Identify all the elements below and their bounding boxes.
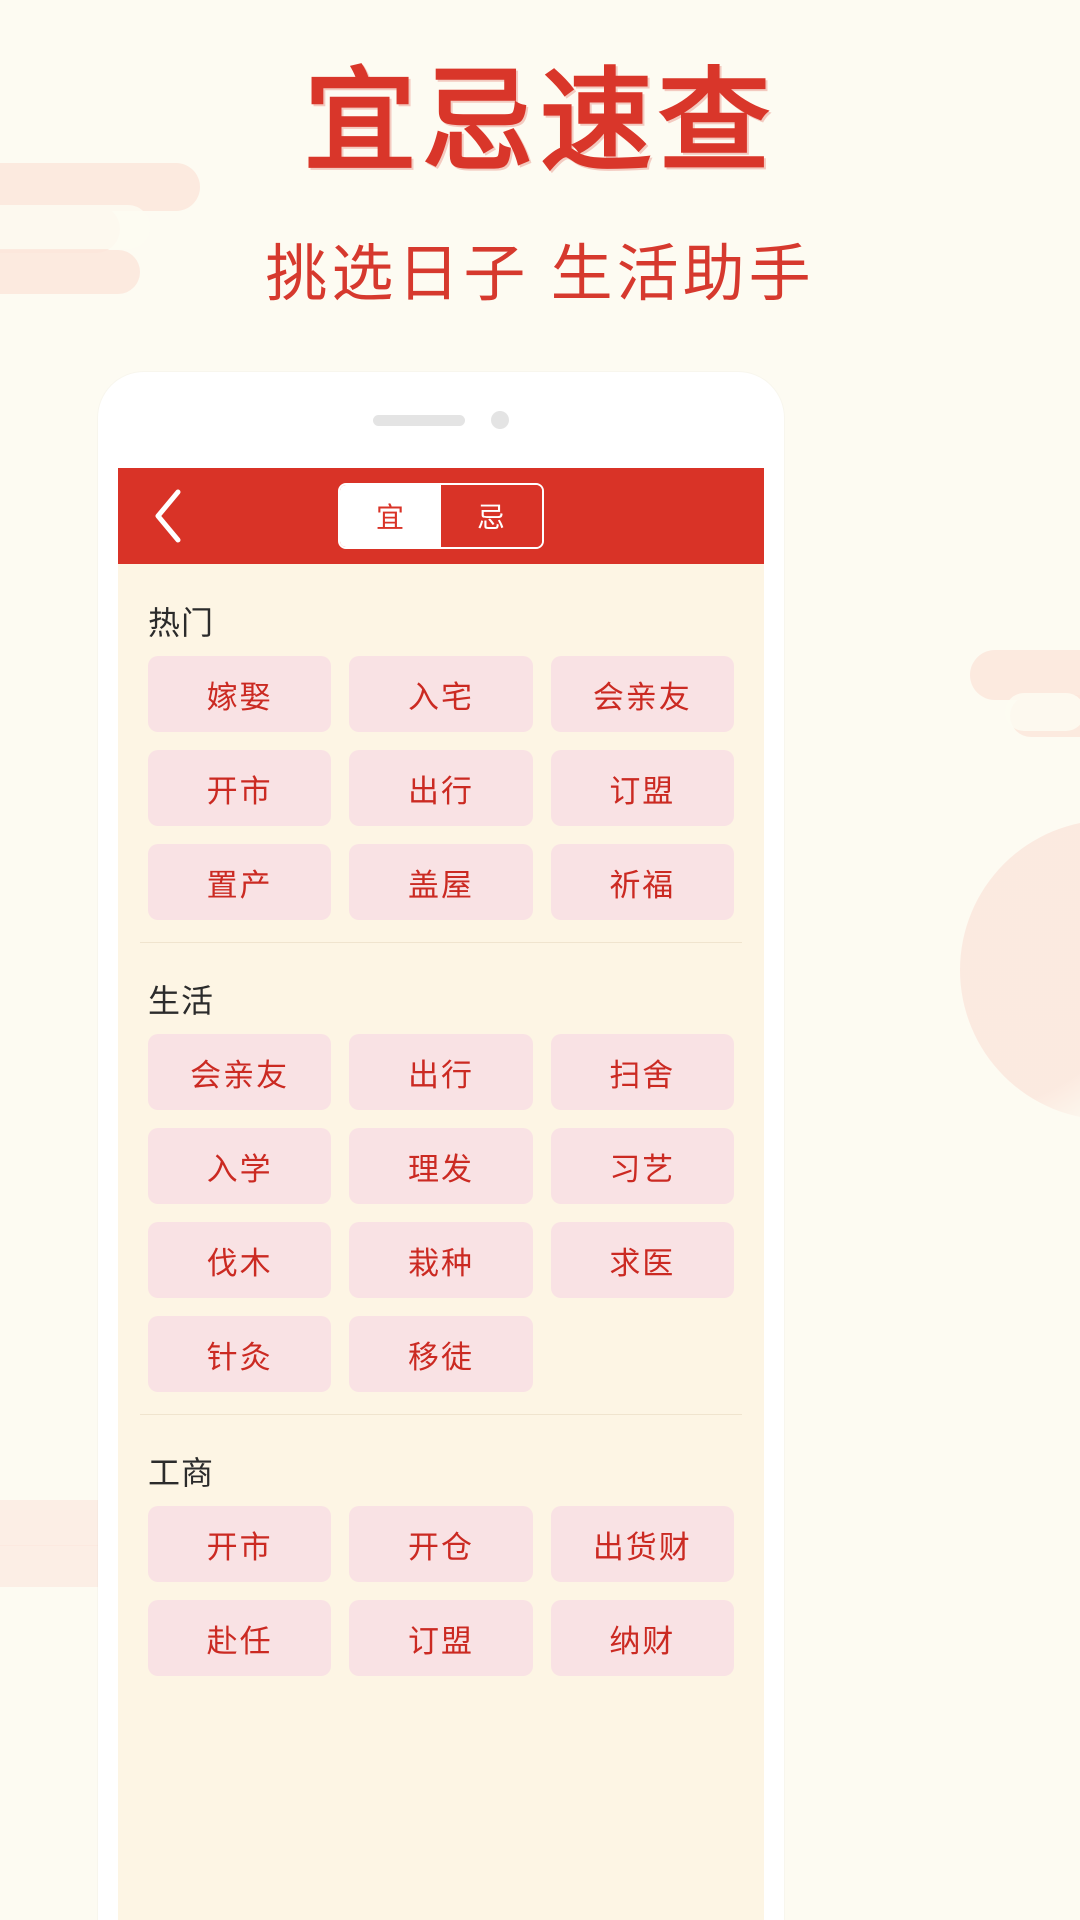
- category-chip[interactable]: 会亲友: [550, 656, 734, 732]
- section-title: 热门: [148, 605, 215, 641]
- category-chip[interactable]: 伐木: [148, 1222, 332, 1298]
- category-chip[interactable]: 订盟: [550, 750, 734, 826]
- category-chip[interactable]: 开市: [148, 750, 332, 826]
- category-chip[interactable]: 订盟: [349, 1600, 533, 1676]
- phone-mockup: 宜 忌 热门 嫁娶 入宅 会亲友 开市 出行 订盟 置产 盖屋 祈福 生活 会亲友 出行 扫舍 入学 理发 习艺…: [98, 372, 784, 1920]
- category-section: 生活会亲友 出行 扫舍入学 理发 习艺伐木 栽种 求医针灸 移徒: [118, 942, 764, 1414]
- category-chip[interactable]: 出货财: [550, 1506, 734, 1582]
- phone-bezel-top: [98, 372, 784, 468]
- category-chip[interactable]: 理发: [349, 1128, 533, 1204]
- front-camera: [491, 411, 509, 429]
- tab-ji[interactable]: 忌: [441, 485, 542, 547]
- page-title: 宜忌速查: [304, 56, 776, 187]
- category-chip[interactable]: 出行: [349, 750, 533, 826]
- category-chip[interactable]: 栽种: [349, 1222, 533, 1298]
- cloud-motif-right-3: [1005, 693, 1080, 731]
- category-chip[interactable]: 出行: [349, 1034, 533, 1110]
- app-header-bar: 宜 忌: [118, 468, 764, 564]
- category-chip[interactable]: 开仓: [349, 1506, 533, 1582]
- category-chip[interactable]: 习艺: [550, 1128, 734, 1204]
- speaker-grille: [373, 414, 465, 426]
- category-chip[interactable]: 入学: [148, 1128, 332, 1204]
- section-title: 生活: [148, 983, 215, 1019]
- category-section: 热门嫁娶 入宅 会亲友开市 出行 订盟置产 盖屋 祈福: [118, 564, 764, 942]
- cloud-motif-right-2: [1010, 695, 1080, 737]
- category-chip[interactable]: 置产: [148, 844, 332, 920]
- category-chip[interactable]: 移徒: [349, 1316, 533, 1392]
- category-section: 工商开市 开仓 出货财赴任 订盟 纳财: [118, 1414, 764, 1698]
- category-chip[interactable]: 嫁娶: [148, 656, 332, 732]
- chevron-left-icon: [151, 488, 185, 544]
- category-chip[interactable]: 祈福: [550, 844, 734, 920]
- chip-grid: 会亲友 出行 扫舍入学 理发 习艺伐木 栽种 求医针灸 移徒: [118, 1034, 764, 1392]
- category-chip[interactable]: 会亲友: [148, 1034, 332, 1110]
- cloud-motif-right-1: [970, 650, 1080, 700]
- category-chip[interactable]: 扫舍: [550, 1034, 734, 1110]
- category-chip[interactable]: 开市: [148, 1506, 332, 1582]
- category-chip[interactable]: 求医: [550, 1222, 734, 1298]
- category-chip[interactable]: 纳财: [550, 1600, 734, 1676]
- cloud-motif-right-4: [960, 820, 1080, 1120]
- category-chip[interactable]: 入宅: [349, 656, 533, 732]
- chip-grid: 开市 开仓 出货财赴任 订盟 纳财: [118, 1506, 764, 1676]
- back-button[interactable]: [140, 488, 196, 544]
- page-subtitle: 挑选日子 生活助手: [265, 240, 815, 309]
- category-chip[interactable]: 针灸: [148, 1316, 332, 1392]
- yi-ji-tab-group[interactable]: 宜 忌: [338, 483, 544, 549]
- category-chip[interactable]: 赴任: [148, 1600, 332, 1676]
- tab-yi[interactable]: 宜: [340, 485, 441, 547]
- chip-grid: 嫁娶 入宅 会亲友开市 出行 订盟置产 盖屋 祈福: [118, 656, 764, 920]
- app-screen: 宜 忌 热门 嫁娶 入宅 会亲友 开市 出行 订盟 置产 盖屋 祈福 生活 会亲友 出行 扫舍 入学 理发 习艺…: [118, 468, 764, 1920]
- category-chip[interactable]: 盖屋: [349, 844, 533, 920]
- category-sections: 热门 嫁娶 入宅 会亲友 开市 出行 订盟 置产 盖屋 祈福 生活 会亲友 出行 扫舍 入学 理发 习艺 伐木 栽种…: [118, 564, 764, 1698]
- section-title: 工商: [148, 1455, 215, 1491]
- cloud-motif-left-3: [0, 205, 150, 249]
